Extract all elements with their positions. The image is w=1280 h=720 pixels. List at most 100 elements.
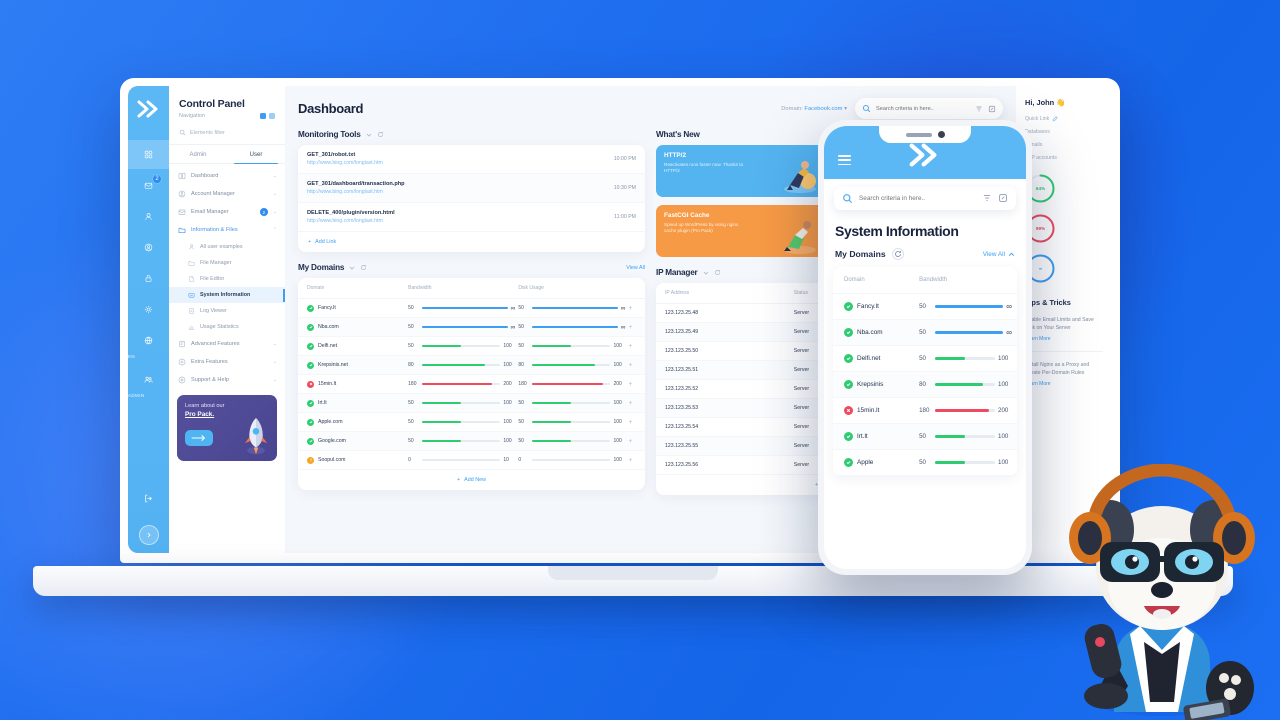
- monitoring-add-link[interactable]: + Add Link: [298, 232, 645, 252]
- admin-icon[interactable]: [128, 365, 169, 394]
- mail-icon[interactable]: 2: [128, 171, 169, 200]
- tip-learn-more-link[interactable]: Learn More: [1025, 336, 1103, 342]
- sidebar-tab-user[interactable]: User: [227, 145, 285, 164]
- add-row-icon[interactable]: +: [628, 419, 632, 426]
- table-row[interactable]: Fancy.lt 50 ∞: [833, 293, 1017, 320]
- sidebar-item-advanced-features[interactable]: Advanced Features ⌄: [169, 335, 285, 353]
- meter-max: 100: [503, 343, 512, 349]
- table-row[interactable]: Irt.lt 50 100: [833, 423, 1017, 450]
- lock-icon[interactable]: [128, 264, 169, 293]
- table-row[interactable]: Delfi.net 50 100 50 100 +: [298, 336, 645, 356]
- meter-used: 50: [408, 438, 414, 444]
- edit-square-icon[interactable]: [988, 105, 996, 113]
- edit-square-icon[interactable]: [998, 190, 1008, 208]
- meter-fill: [422, 325, 508, 329]
- refresh-icon[interactable]: [891, 248, 904, 260]
- refresh-icon[interactable]: [377, 131, 384, 138]
- refresh-icon[interactable]: [360, 264, 367, 271]
- globe-icon[interactable]: [128, 326, 169, 355]
- meter-bar: [935, 305, 1004, 308]
- monitoring-row-url[interactable]: http://www.bing.com/longlast.htm: [307, 218, 395, 224]
- promo-arrow-button[interactable]: [185, 430, 213, 446]
- add-row-icon[interactable]: +: [628, 305, 632, 312]
- logout-icon[interactable]: [128, 484, 169, 513]
- table-row[interactable]: Apple.com 50 100 50 100 +: [298, 412, 645, 432]
- gear-icon[interactable]: [128, 295, 169, 324]
- pro-pack-promo[interactable]: Learn about our Pro Pack.: [177, 395, 277, 461]
- table-row[interactable]: Soopul.com 0 10 0 100 +: [298, 450, 645, 470]
- monitoring-row[interactable]: GET_301/robot.txt http://www.bing.com/lon…: [298, 145, 645, 174]
- filter-icon[interactable]: [982, 190, 992, 208]
- refresh-icon[interactable]: [714, 269, 721, 276]
- domain-cell: Google.com: [298, 431, 409, 451]
- sidebar-item-dashboard[interactable]: Dashboard ⌄: [169, 167, 285, 185]
- sidebar-view-toggles[interactable]: [260, 113, 275, 119]
- add-row-icon[interactable]: +: [628, 457, 632, 464]
- my-domains-view-all[interactable]: View All: [626, 265, 645, 271]
- grid-view-icon[interactable]: [260, 113, 266, 119]
- pencil-icon[interactable]: [1052, 116, 1058, 122]
- monitoring-row[interactable]: DELETE_400/plugin/version.html http://www…: [298, 203, 645, 232]
- sidebar-subitem-all-user-examples[interactable]: All user examples: [169, 239, 285, 255]
- sidebar-item-support-help[interactable]: Support & Help ⌄: [169, 371, 285, 389]
- table-row[interactable]: Nba.com 50 ∞: [833, 319, 1017, 346]
- table-row[interactable]: Krepsinis 80 100: [833, 371, 1017, 398]
- collapse-toggle-button[interactable]: [138, 525, 159, 545]
- chevron-down-icon[interactable]: [366, 132, 372, 138]
- sidebar-subitem-usage-statistics[interactable]: Usage Statistics: [169, 319, 285, 335]
- meter-cell: 50 100: [408, 336, 519, 356]
- sidebar-subitem-log-viewer[interactable]: Log Viewer: [169, 303, 285, 319]
- dashboard-icon[interactable]: [128, 140, 169, 169]
- table-row[interactable]: 15min.lt 180 200 180 200 +: [298, 374, 645, 394]
- add-row-icon[interactable]: +: [628, 400, 632, 407]
- table-row[interactable]: Fancy.lt 50 ∞ 50 ∞ +: [298, 298, 645, 318]
- user-icon[interactable]: [128, 202, 169, 231]
- table-row[interactable]: Apple 50 100: [833, 449, 1017, 476]
- ip-manager-title: IP Manager: [656, 268, 698, 277]
- table-row[interactable]: 15min.lt 180 200: [833, 397, 1017, 424]
- table-row[interactable]: Krepsinis.net 80 100 80 100 +: [298, 355, 645, 375]
- meter-max: 100: [613, 419, 622, 425]
- quick-link-item[interactable]: Databases: [1025, 129, 1103, 135]
- phone-search-bar[interactable]: [834, 187, 1016, 210]
- phone-search-input[interactable]: [859, 195, 976, 202]
- add-row-icon[interactable]: +: [628, 343, 632, 350]
- add-row-icon[interactable]: +: [628, 381, 632, 388]
- sidebar-tab-admin[interactable]: Admin: [169, 145, 227, 163]
- sidebar-subitem-file-editor[interactable]: File Editor: [169, 271, 285, 287]
- quick-link-item[interactable]: E-mails: [1025, 142, 1103, 148]
- tip-learn-more-link[interactable]: Learn More: [1025, 381, 1103, 387]
- sidebar-item-email-manager[interactable]: Email Manager 2 ⌄: [169, 203, 285, 221]
- monitoring-row-url[interactable]: http://www.bing.com/longlast.htm: [307, 189, 405, 195]
- sidebar-item-account-manager[interactable]: Account Manager ⌄: [169, 185, 285, 203]
- phone-view-all[interactable]: View All: [983, 251, 1015, 258]
- account-circle-icon[interactable]: [128, 233, 169, 262]
- table-row[interactable]: Delfi.net 50 100: [833, 345, 1017, 372]
- whats-new-card[interactable]: HTTP/2 Reactivates runs faster now. Thank…: [656, 145, 826, 197]
- search-bar[interactable]: [855, 98, 1003, 119]
- monitoring-row[interactable]: GET_301/dashboard/transaction.php http://…: [298, 174, 645, 203]
- add-row-icon[interactable]: +: [628, 362, 632, 369]
- table-row[interactable]: Google.com 50 100 50 100 +: [298, 431, 645, 451]
- sidebar-item-information-files[interactable]: Information & Files ⌃: [169, 221, 285, 239]
- chevron-down-icon[interactable]: [349, 265, 355, 271]
- sidebar-subitem-file-manager[interactable]: File Manager: [169, 255, 285, 271]
- table-row[interactable]: Nba.com 50 ∞ 50 ∞ +: [298, 317, 645, 337]
- domain-selector[interactable]: Domain: Facebook.com ▾: [781, 106, 847, 112]
- add-row-icon[interactable]: +: [628, 438, 632, 445]
- elements-filter[interactable]: Elements filter: [169, 119, 285, 145]
- hamburger-icon[interactable]: [838, 155, 851, 166]
- monitoring-row-url[interactable]: http://www.bing.com/longlast.htm: [307, 160, 383, 166]
- search-input[interactable]: [876, 105, 970, 112]
- whats-new-card[interactable]: FastCGI Cache Speed up WordPress by using…: [656, 205, 826, 257]
- chevron-down-icon[interactable]: [703, 270, 709, 276]
- table-row[interactable]: Irt.lt 50 100 50 100 +: [298, 393, 645, 413]
- sidebar-subitem-system-information[interactable]: System Information: [169, 287, 285, 303]
- add-row-icon[interactable]: +: [628, 324, 632, 331]
- column-header: Bandwidth: [919, 267, 1017, 294]
- my-domains-add-new[interactable]: + Add New: [298, 470, 645, 490]
- list-view-icon[interactable]: [269, 113, 275, 119]
- filter-icon[interactable]: [975, 105, 983, 113]
- sidebar-item-extra-features[interactable]: Extra Features ⌄: [169, 353, 285, 371]
- quick-link-item[interactable]: FTP accounts: [1025, 155, 1103, 161]
